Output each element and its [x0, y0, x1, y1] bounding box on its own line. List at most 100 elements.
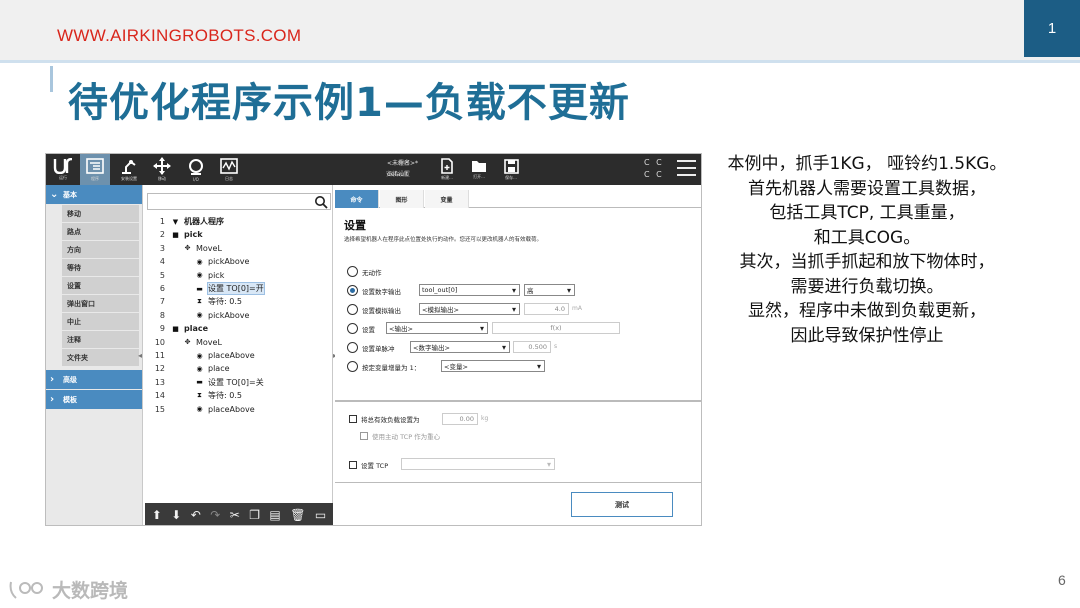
radio-digital-output[interactable]: [347, 285, 358, 296]
tree-line[interactable]: 2 ■ pick: [145, 228, 203, 241]
radio-single-pulse[interactable]: [347, 342, 358, 353]
tree-line-number: 11: [154, 351, 165, 360]
tab-variables[interactable]: 变量: [425, 190, 469, 208]
test-button[interactable]: 测试: [571, 492, 673, 517]
robot-ui-screenshot: 运行 程序 安装设置 移动 I/O 日志 程序 安装设置 <未命名>* defa: [45, 153, 702, 526]
command-item-comment[interactable]: 注释: [62, 331, 139, 348]
new-file-button[interactable]: 新建...: [432, 154, 462, 185]
command-item-direction[interactable]: 方向: [62, 241, 139, 258]
radio-no-action[interactable]: [347, 266, 358, 277]
tree-line[interactable]: 14 ⧗ 等待: 0.5: [145, 389, 242, 402]
tree-search-input[interactable]: [147, 193, 331, 210]
option-increment-variable[interactable]: 按定变量增量为 1：: [347, 360, 420, 373]
payload-field[interactable]: 0.00: [442, 413, 478, 425]
cut-icon[interactable]: ✂: [230, 508, 240, 522]
pulse-output-select[interactable]: <数字输出>: [410, 341, 510, 353]
option-set-output[interactable]: 设置: [347, 322, 375, 335]
command-item-move[interactable]: 移动: [62, 205, 139, 222]
payload-checkbox-box[interactable]: [349, 415, 357, 423]
digital-output-select[interactable]: tool_out[0]: [419, 284, 520, 296]
template-section-header[interactable]: › 模板: [46, 390, 142, 409]
tree-line-text: 设置 TO[0]=关: [208, 377, 264, 387]
run-tab[interactable]: 运行: [48, 154, 78, 185]
expression-field[interactable]: f(x): [492, 322, 620, 334]
radio-analog-output[interactable]: [347, 304, 358, 315]
tree-line[interactable]: 9 ■ place: [145, 322, 208, 335]
tree-node-icon: ⧗: [197, 391, 202, 400]
analog-value-field[interactable]: 4.0: [524, 303, 569, 315]
tree-line-number: 4: [159, 257, 165, 267]
set-title: 设置: [344, 219, 366, 232]
tree-line[interactable]: 8 ◉ pickAbove: [145, 309, 250, 322]
tree-node-icon: ◉: [196, 311, 203, 320]
program-icon: [86, 158, 104, 174]
pulse-value-field[interactable]: 0.500: [513, 341, 551, 353]
tree-line-text: MoveL: [196, 243, 222, 253]
tree-line[interactable]: 6 ▬ 设置 TO[0]=开: [145, 282, 265, 295]
tree-line[interactable]: 1 ▼ 机器人程序: [145, 215, 224, 228]
open-file-button[interactable]: 打开...: [464, 154, 494, 185]
log-tab[interactable]: 日志: [214, 154, 244, 185]
tree-line[interactable]: 3 ✥ MoveL: [145, 242, 222, 255]
suppress-icon[interactable]: ▭: [315, 508, 326, 522]
panel-tabs: 命令 图形 变量: [335, 190, 701, 208]
command-item-set[interactable]: 设置: [62, 277, 139, 294]
tree-line[interactable]: 10 ✥ MoveL: [145, 336, 222, 349]
tree-line-number: 6: [159, 284, 165, 293]
tree-line[interactable]: 12 ◉ place: [145, 362, 230, 375]
save-file-button[interactable]: 保存...: [496, 154, 526, 185]
set-tcp-checkbox-box[interactable]: [349, 461, 357, 469]
advanced-section-header[interactable]: › 高级: [46, 370, 142, 389]
tree-line[interactable]: 4 ◉ pickAbove: [145, 255, 250, 268]
tab-command[interactable]: 命令: [335, 190, 379, 208]
tree-line[interactable]: 7 ⧗ 等待: 0.5: [145, 295, 242, 308]
tree-node-icon: ✥: [184, 244, 191, 253]
command-item-folder[interactable]: 文件夹: [62, 349, 139, 366]
payload-checkbox[interactable]: 将总有效负载设置为: [349, 414, 420, 424]
set-tcp-checkbox[interactable]: 设置 TCP: [349, 460, 388, 470]
tree-line-text: pick: [184, 230, 203, 240]
delete-icon[interactable]: 🗑: [290, 508, 305, 522]
move-up-icon[interactable]: ⬆: [152, 508, 162, 522]
move-down-icon[interactable]: ⬇: [171, 508, 181, 522]
tree-line[interactable]: 5 ◉ pick: [145, 269, 224, 282]
tree-node-icon: ✥: [184, 338, 191, 347]
command-item-halt[interactable]: 中止: [62, 313, 139, 330]
move-tab[interactable]: 移动: [147, 154, 177, 185]
radio-set-output[interactable]: [347, 323, 358, 334]
io-tab[interactable]: I/O: [181, 154, 211, 185]
use-tcp-cog-checkbox-box[interactable]: [360, 432, 368, 440]
analog-output-select[interactable]: <模拟输出>: [419, 303, 520, 315]
option-single-pulse[interactable]: 设置单脉冲: [347, 341, 395, 354]
command-item-popup[interactable]: 弹出窗口: [62, 295, 139, 312]
tree-line[interactable]: 13 ▬ 设置 TO[0]=关: [145, 376, 264, 389]
tcp-select[interactable]: [401, 458, 555, 470]
program-tab[interactable]: 程序: [80, 154, 110, 185]
installation-tab[interactable]: 安装设置: [114, 154, 144, 185]
set-output-select[interactable]: <输出>: [386, 322, 488, 334]
ur-logo-icon: [53, 158, 73, 174]
command-item-waypoint[interactable]: 路点: [62, 223, 139, 240]
basic-section-header[interactable]: ⌄ 基本: [46, 185, 142, 204]
run-tab-label: 运行: [59, 175, 67, 180]
copy-icon[interactable]: ❐: [249, 508, 260, 522]
paste-icon[interactable]: ▤: [269, 508, 280, 522]
io-tab-label: I/O: [193, 176, 199, 182]
undo-icon[interactable]: ↶: [191, 508, 201, 522]
hamburger-menu-icon[interactable]: [677, 160, 696, 181]
tab-graphics[interactable]: 图形: [380, 190, 424, 208]
radio-increment-variable[interactable]: [347, 361, 358, 372]
command-item-wait[interactable]: 等待: [62, 259, 139, 276]
redo-icon[interactable]: ↷: [210, 508, 220, 522]
folder-icon: [472, 161, 486, 172]
tree-line-number: 8: [159, 310, 165, 320]
tree-line[interactable]: 15 ◉ placeAbove: [145, 403, 255, 416]
collapse-left-handle[interactable]: ◂: [138, 351, 142, 360]
use-tcp-cog-checkbox[interactable]: 使用主动 TCP 作为重心: [360, 431, 440, 441]
option-digital-output[interactable]: 设置数字输出: [347, 284, 401, 297]
digital-level-select[interactable]: 高: [524, 284, 575, 296]
tree-line[interactable]: 11 ◉ placeAbove: [145, 349, 255, 362]
option-no-action[interactable]: 无动作: [347, 265, 382, 278]
option-analog-output[interactable]: 设置模拟输出: [347, 303, 401, 316]
variable-select[interactable]: <变量>: [441, 360, 545, 372]
